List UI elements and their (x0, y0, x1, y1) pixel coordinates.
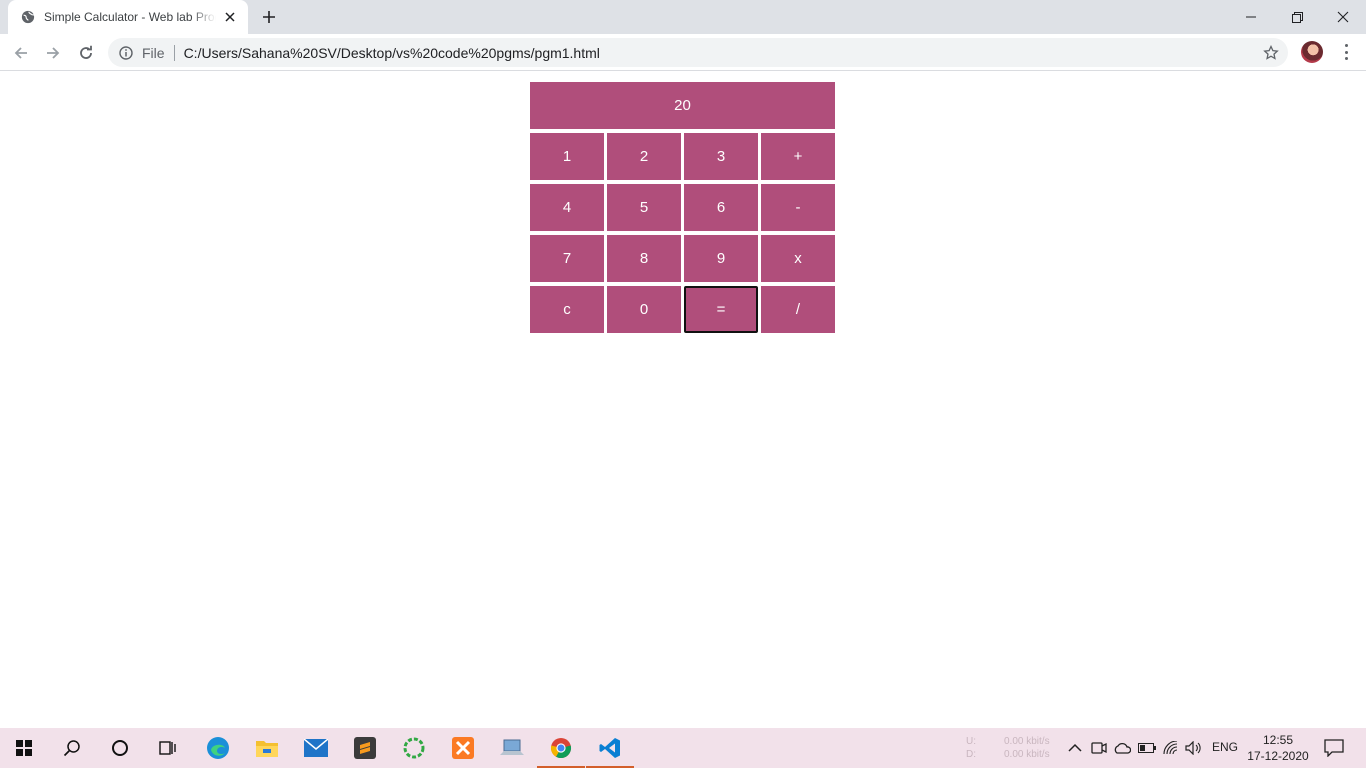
new-tab-button[interactable] (258, 6, 280, 28)
omnibox-divider (173, 44, 175, 61)
net-upload: 0.00 kbit/s (1004, 736, 1050, 747)
key-2-button[interactable]: 2 (607, 133, 681, 180)
address-bar[interactable]: File C:/Users/Sahana%20SV/Desktop/vs%20c… (108, 38, 1288, 67)
clock-date: 17-12-2020 (1247, 749, 1309, 763)
browser-menu-icon[interactable] (1340, 42, 1352, 62)
info-icon[interactable] (118, 45, 134, 61)
tab-title: Simple Calculator - Web lab Prog (44, 10, 216, 24)
close-tab-icon[interactable] (222, 9, 238, 25)
key-0-button[interactable]: 0 (607, 286, 681, 333)
key-clear-button[interactable]: c (530, 286, 604, 333)
key-minus-button[interactable]: - (761, 184, 835, 231)
mail-icon[interactable] (292, 728, 340, 768)
minimize-button[interactable] (1228, 0, 1274, 34)
browser-tabstrip: Simple Calculator - Web lab Prog (0, 0, 1366, 34)
laptop-app-icon[interactable] (488, 728, 536, 768)
globe-icon (20, 9, 36, 25)
restore-button[interactable] (1274, 0, 1320, 34)
chrome-icon[interactable] (537, 728, 585, 768)
browser-toolbar: File C:/Users/Sahana%20SV/Desktop/vs%20c… (0, 34, 1366, 71)
sublime-text-icon[interactable] (341, 728, 389, 768)
net-upload-label: U: (966, 736, 976, 747)
key-equals-button[interactable]: = (684, 286, 758, 333)
net-download-label: D: (966, 749, 976, 760)
key-5-button[interactable]: 5 (607, 184, 681, 231)
volume-icon[interactable] (1185, 738, 1203, 758)
clock-time: 12:55 (1262, 733, 1294, 747)
key-3-button[interactable]: 3 (684, 133, 758, 180)
chevron-up-icon[interactable] (1066, 738, 1084, 758)
language-indicator[interactable]: ENG (1212, 740, 1238, 754)
key-4-button[interactable]: 4 (530, 184, 604, 231)
key-1-button[interactable]: 1 (530, 133, 604, 180)
scheme-label: File (142, 44, 165, 61)
key-plus-button[interactable]: + (761, 133, 835, 180)
forward-button[interactable] (40, 40, 66, 66)
key-8-button[interactable]: 8 (607, 235, 681, 282)
vscode-icon[interactable] (586, 728, 634, 768)
search-icon[interactable] (48, 728, 96, 768)
key-7-button[interactable]: 7 (530, 235, 604, 282)
xampp-icon[interactable] (439, 728, 487, 768)
cortana-icon[interactable] (96, 728, 144, 768)
key-multiply-button[interactable]: x (761, 235, 835, 282)
reload-button[interactable] (73, 40, 99, 66)
key-divide-button[interactable]: / (761, 286, 835, 333)
key-9-button[interactable]: 9 (684, 235, 758, 282)
bookmark-star-icon[interactable] (1262, 44, 1280, 62)
battery-icon[interactable] (1138, 738, 1156, 758)
onedrive-icon[interactable] (1113, 738, 1131, 758)
key-6-button[interactable]: 6 (684, 184, 758, 231)
back-button[interactable] (8, 40, 34, 66)
browser-tab[interactable]: Simple Calculator - Web lab Prog (8, 0, 248, 34)
meet-now-icon[interactable] (1090, 738, 1108, 758)
green-app-icon[interactable] (390, 728, 438, 768)
task-view-icon[interactable] (144, 728, 192, 768)
edge-icon[interactable] (194, 728, 242, 768)
system-clock[interactable]: 12:55 17-12-2020 (1246, 732, 1310, 764)
calculator-display: 20 (530, 82, 835, 129)
net-download: 0.00 kbit/s (1004, 749, 1050, 760)
url-text[interactable]: C:/Users/Sahana%20SV/Desktop/vs%20code%2… (184, 45, 600, 61)
wifi-icon[interactable] (1162, 738, 1180, 758)
notification-icon[interactable] (1322, 736, 1346, 760)
network-speed: U: 0.00 kbit/s D: 0.00 kbit/s (966, 735, 1050, 761)
start-icon[interactable] (0, 728, 48, 768)
profile-avatar[interactable] (1301, 41, 1323, 63)
close-window-button[interactable] (1320, 0, 1366, 34)
file-explorer-icon[interactable] (243, 728, 291, 768)
